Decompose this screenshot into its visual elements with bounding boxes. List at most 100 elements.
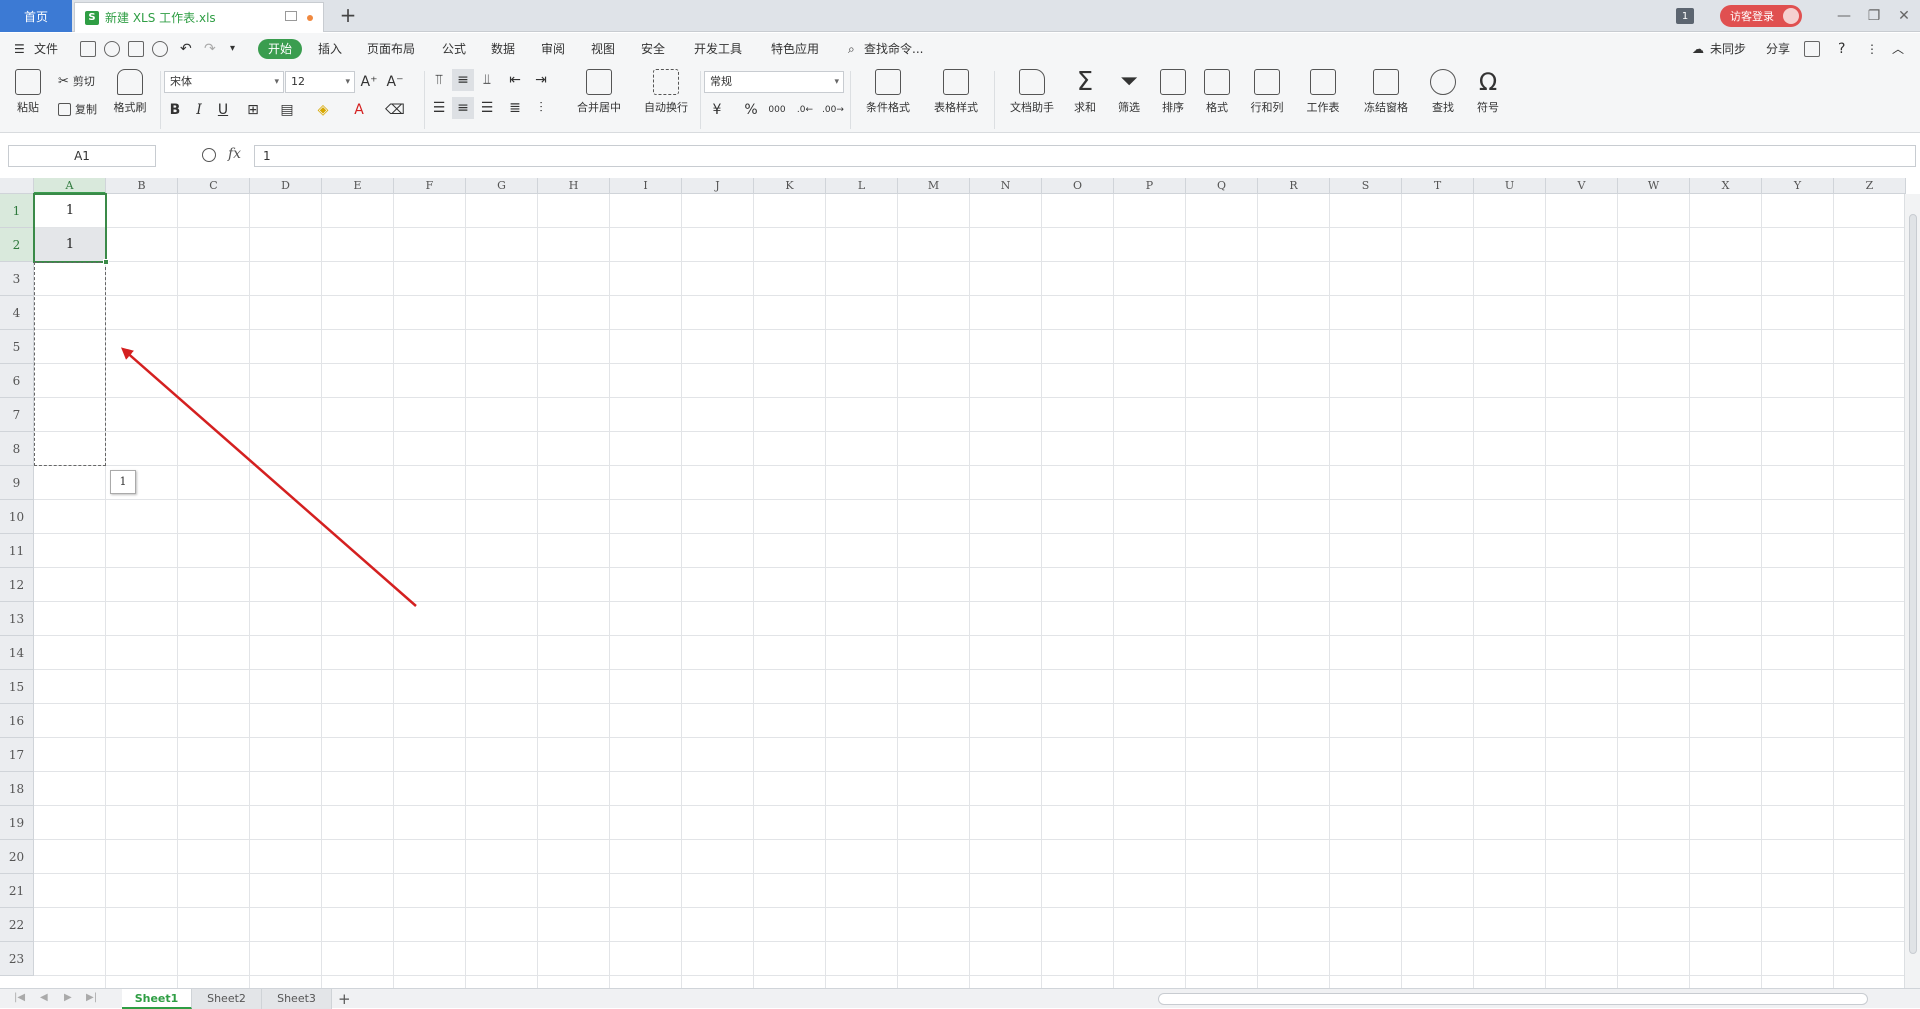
print-preview-icon[interactable] [152, 41, 168, 57]
decrease-decimal-icon[interactable]: .00→ [822, 99, 844, 121]
spreadsheet-grid[interactable]: ABCDEFGHIJKLMNOPQRSTUVWXYZ 1 2 3 4 5 6 7 8 9 10 11… [0, 178, 1920, 988]
sheet-tab-1[interactable]: Sheet1 [122, 989, 192, 1009]
increase-decimal-icon[interactable]: .0← [794, 99, 816, 121]
chat-icon[interactable] [1804, 41, 1820, 57]
menu-tab-page-layout[interactable]: 页面布局 [367, 40, 415, 58]
fill-color-icon[interactable]: ◈ [312, 99, 334, 121]
close-icon[interactable]: ✕ [1894, 6, 1914, 26]
merge-center-button[interactable]: 合并居中 [568, 69, 630, 115]
fx-icon[interactable]: fx [228, 146, 241, 162]
guest-login-button[interactable]: 访客登录 [1720, 5, 1802, 27]
quick-access-dropdown-icon[interactable]: ▾ [230, 40, 235, 58]
italic-button[interactable]: I [188, 99, 210, 121]
font-color-icon[interactable]: A [348, 99, 370, 121]
prev-sheet-icon[interactable]: ◀ [40, 992, 48, 1003]
percent-button[interactable]: % [740, 99, 762, 121]
menu-tab-review[interactable]: 审阅 [541, 40, 565, 58]
increase-indent-icon[interactable]: ⇥ [530, 69, 552, 91]
last-sheet-icon[interactable]: ▶| [86, 992, 97, 1003]
redo-icon[interactable]: ↷ [204, 40, 216, 58]
format-painter-button[interactable]: 格式刷 [108, 69, 152, 115]
hamburger-icon[interactable]: ☰ [14, 40, 25, 58]
menu-tab-home[interactable]: 开始 [258, 39, 302, 59]
share-button[interactable]: 分享 [1766, 40, 1790, 58]
filter-button[interactable]: ⏷ 筛选 [1110, 69, 1148, 115]
thousands-separator-button[interactable]: 000 [766, 99, 788, 121]
number-format-select[interactable]: 常规 [704, 71, 844, 93]
name-box[interactable]: A1 [8, 145, 156, 167]
next-sheet-icon[interactable]: ▶ [64, 992, 72, 1003]
add-sheet-button[interactable]: + [338, 990, 351, 1008]
copy-button[interactable]: 复制 [58, 101, 97, 117]
save-icon[interactable] [80, 41, 96, 57]
first-sheet-icon[interactable]: |◀ [14, 992, 25, 1003]
vertical-scroll-thumb[interactable] [1909, 214, 1917, 954]
font-name-select[interactable]: 宋体 [164, 71, 284, 93]
border-icon[interactable]: ⊞ [242, 99, 264, 121]
align-right-icon[interactable]: ☰ [476, 97, 498, 119]
menu-tab-data[interactable]: 数据 [491, 40, 515, 58]
conditional-format-button[interactable]: 条件格式 [858, 69, 918, 115]
menu-file[interactable]: 文件 [34, 40, 58, 58]
sort-button[interactable]: 排序 [1154, 69, 1192, 115]
find-button[interactable]: 查找 [1422, 69, 1464, 115]
sync-status[interactable]: 未同步 [1710, 40, 1746, 58]
menu-tab-security[interactable]: 安全 [641, 40, 665, 58]
sum-button[interactable]: Σ 求和 [1066, 69, 1104, 115]
clear-format-icon[interactable]: ⌫ [384, 99, 406, 121]
distribute-icon[interactable]: ⫶ [530, 97, 552, 119]
font-size-select[interactable]: 12 [285, 71, 355, 93]
currency-icon[interactable]: ¥ [706, 99, 728, 121]
zoom-icon[interactable] [202, 148, 216, 162]
menu-tab-special-apps[interactable]: 特色应用 [771, 40, 819, 58]
format-button[interactable]: 格式 [1198, 69, 1236, 115]
minimize-icon[interactable]: — [1834, 6, 1854, 26]
formula-input[interactable]: 1 [254, 145, 1916, 167]
decrease-indent-icon[interactable]: ⇤ [504, 69, 526, 91]
more-icon[interactable]: ⋮ [1866, 40, 1878, 58]
restore-icon[interactable]: ❐ [1864, 6, 1884, 26]
tab-window-icon[interactable] [285, 11, 297, 21]
freeze-panes-button[interactable]: 冻结窗格 [1356, 69, 1416, 115]
cloud-sync-icon[interactable]: ☁ [1692, 40, 1704, 58]
align-left-icon[interactable]: ☰ [428, 97, 450, 119]
home-tab[interactable]: 首页 [0, 0, 72, 32]
sheet-tab-2[interactable]: Sheet2 [192, 989, 262, 1009]
worksheet-button[interactable]: 工作表 [1298, 69, 1348, 115]
paste-button[interactable]: 粘贴 [8, 69, 48, 115]
search-icon[interactable]: ⌕ [848, 40, 855, 58]
vertical-scrollbar[interactable] [1904, 194, 1920, 988]
print-icon[interactable] [128, 41, 144, 57]
sort-icon [1160, 69, 1186, 95]
export-icon[interactable] [104, 41, 120, 57]
new-tab-button[interactable]: + [336, 3, 360, 27]
command-search[interactable]: 查找命令... [864, 40, 923, 58]
doc-assistant-button[interactable]: 文档助手 [1004, 69, 1060, 115]
undo-icon[interactable]: ↶ [180, 40, 192, 58]
help-button[interactable]: ? [1838, 40, 1845, 58]
underline-button[interactable]: U [212, 99, 234, 121]
bold-button[interactable]: B [164, 99, 186, 121]
menu-tab-developer[interactable]: 开发工具 [694, 40, 742, 58]
window-count-badge[interactable]: 1 [1676, 8, 1694, 24]
symbol-button[interactable]: Ω 符号 [1468, 69, 1508, 115]
wrap-text-button[interactable]: 自动换行 [638, 69, 694, 115]
rows-cols-button[interactable]: 行和列 [1244, 69, 1290, 115]
justify-icon[interactable]: ≣ [504, 97, 526, 119]
increase-font-icon[interactable]: A⁺ [358, 71, 380, 93]
cut-button[interactable]: ✂ 剪切 [58, 73, 95, 89]
collapse-ribbon-icon[interactable]: ︿ [1892, 40, 1904, 58]
align-middle-icon[interactable]: ≡ [452, 69, 474, 91]
sheet-tab-3[interactable]: Sheet3 [262, 989, 332, 1009]
align-top-icon[interactable]: ⫪ [428, 69, 450, 91]
align-center-icon[interactable]: ≡ [452, 97, 474, 119]
file-tab[interactable]: S 新建 XLS 工作表.xls [74, 2, 324, 32]
fill-pattern-icon[interactable]: ▤ [276, 99, 298, 121]
menu-tab-insert[interactable]: 插入 [318, 40, 342, 58]
menu-tab-view[interactable]: 视图 [591, 40, 615, 58]
table-style-button[interactable]: 表格样式 [926, 69, 986, 115]
decrease-font-icon[interactable]: A⁻ [384, 71, 406, 93]
align-bottom-icon[interactable]: ⫫ [476, 69, 498, 91]
menu-tab-formula[interactable]: 公式 [442, 40, 466, 58]
horizontal-scrollbar[interactable] [1158, 993, 1868, 1005]
